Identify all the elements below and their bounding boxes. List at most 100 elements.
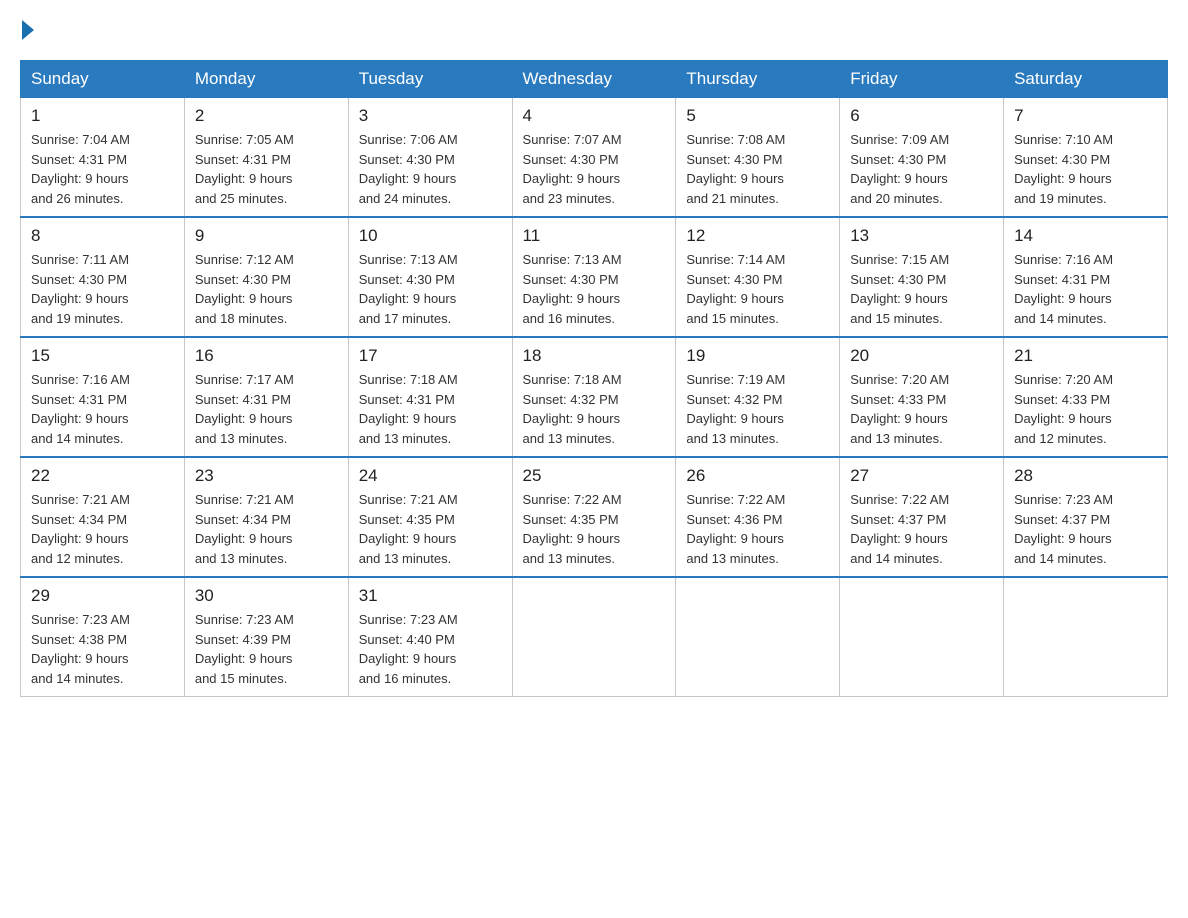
calendar-day-cell: 2 Sunrise: 7:05 AMSunset: 4:31 PMDaylight…	[184, 98, 348, 218]
calendar-day-cell: 1 Sunrise: 7:04 AMSunset: 4:31 PMDaylight…	[21, 98, 185, 218]
calendar-day-cell: 23Sunrise: 7:21 AMSunset: 4:34 PMDayligh…	[184, 457, 348, 577]
calendar-day-cell: 9Sunrise: 7:12 AMSunset: 4:30 PMDaylight…	[184, 217, 348, 337]
calendar-day-cell	[676, 577, 840, 697]
day-info: Sunrise: 7:10 AMSunset: 4:30 PMDaylight:…	[1014, 130, 1157, 208]
calendar-day-cell: 29Sunrise: 7:23 AMSunset: 4:38 PMDayligh…	[21, 577, 185, 697]
day-info: Sunrise: 7:04 AMSunset: 4:31 PMDaylight:…	[31, 130, 174, 208]
day-info: Sunrise: 7:16 AMSunset: 4:31 PMDaylight:…	[31, 370, 174, 448]
calendar-header-thursday: Thursday	[676, 61, 840, 98]
day-number: 25	[523, 466, 666, 486]
calendar-day-cell	[1004, 577, 1168, 697]
calendar-header-sunday: Sunday	[21, 61, 185, 98]
day-info: Sunrise: 7:18 AMSunset: 4:31 PMDaylight:…	[359, 370, 502, 448]
calendar-day-cell	[840, 577, 1004, 697]
day-number: 3	[359, 106, 502, 126]
day-number: 16	[195, 346, 338, 366]
calendar-day-cell: 16 Sunrise: 7:17 AMSunset: 4:31 PMDayligh…	[184, 337, 348, 457]
calendar-day-cell: 30 Sunrise: 7:23 AMSunset: 4:39 PMDayligh…	[184, 577, 348, 697]
calendar-day-cell: 18 Sunrise: 7:18 AMSunset: 4:32 PMDayligh…	[512, 337, 676, 457]
day-number: 13	[850, 226, 993, 246]
day-info: Sunrise: 7:21 AMSunset: 4:34 PMDaylight:…	[31, 490, 174, 568]
day-number: 26	[686, 466, 829, 486]
day-info: Sunrise: 7:15 AMSunset: 4:30 PMDaylight:…	[850, 250, 993, 328]
logo	[20, 20, 34, 40]
calendar-day-cell: 28Sunrise: 7:23 AMSunset: 4:37 PMDayligh…	[1004, 457, 1168, 577]
calendar-day-cell: 26 Sunrise: 7:22 AMSunset: 4:36 PMDayligh…	[676, 457, 840, 577]
day-info: Sunrise: 7:21 AMSunset: 4:34 PMDaylight:…	[195, 490, 338, 568]
day-number: 7	[1014, 106, 1157, 126]
calendar-day-cell: 19 Sunrise: 7:19 AMSunset: 4:32 PMDayligh…	[676, 337, 840, 457]
calendar-day-cell: 13 Sunrise: 7:15 AMSunset: 4:30 PMDayligh…	[840, 217, 1004, 337]
calendar-day-cell: 25 Sunrise: 7:22 AMSunset: 4:35 PMDayligh…	[512, 457, 676, 577]
day-number: 5	[686, 106, 829, 126]
day-number: 21	[1014, 346, 1157, 366]
calendar-week-row: 29Sunrise: 7:23 AMSunset: 4:38 PMDayligh…	[21, 577, 1168, 697]
calendar-day-cell: 10 Sunrise: 7:13 AMSunset: 4:30 PMDayligh…	[348, 217, 512, 337]
calendar-day-cell: 22 Sunrise: 7:21 AMSunset: 4:34 PMDayligh…	[21, 457, 185, 577]
day-number: 14	[1014, 226, 1157, 246]
day-info: Sunrise: 7:09 AMSunset: 4:30 PMDaylight:…	[850, 130, 993, 208]
day-number: 18	[523, 346, 666, 366]
day-info: Sunrise: 7:20 AMSunset: 4:33 PMDaylight:…	[1014, 370, 1157, 448]
day-info: Sunrise: 7:14 AMSunset: 4:30 PMDaylight:…	[686, 250, 829, 328]
day-number: 29	[31, 586, 174, 606]
day-number: 1	[31, 106, 174, 126]
day-info: Sunrise: 7:20 AMSunset: 4:33 PMDaylight:…	[850, 370, 993, 448]
day-number: 8	[31, 226, 174, 246]
calendar-day-cell	[512, 577, 676, 697]
calendar-day-cell: 8 Sunrise: 7:11 AMSunset: 4:30 PMDaylight…	[21, 217, 185, 337]
day-number: 2	[195, 106, 338, 126]
day-number: 20	[850, 346, 993, 366]
calendar-day-cell: 4 Sunrise: 7:07 AMSunset: 4:30 PMDaylight…	[512, 98, 676, 218]
day-number: 4	[523, 106, 666, 126]
calendar-day-cell: 24Sunrise: 7:21 AMSunset: 4:35 PMDayligh…	[348, 457, 512, 577]
calendar-day-cell: 7 Sunrise: 7:10 AMSunset: 4:30 PMDaylight…	[1004, 98, 1168, 218]
day-info: Sunrise: 7:11 AMSunset: 4:30 PMDaylight:…	[31, 250, 174, 328]
calendar-week-row: 22 Sunrise: 7:21 AMSunset: 4:34 PMDayligh…	[21, 457, 1168, 577]
day-number: 6	[850, 106, 993, 126]
day-number: 19	[686, 346, 829, 366]
day-number: 15	[31, 346, 174, 366]
day-info: Sunrise: 7:22 AMSunset: 4:36 PMDaylight:…	[686, 490, 829, 568]
day-info: Sunrise: 7:23 AMSunset: 4:39 PMDaylight:…	[195, 610, 338, 688]
calendar-day-cell: 15 Sunrise: 7:16 AMSunset: 4:31 PMDayligh…	[21, 337, 185, 457]
day-info: Sunrise: 7:17 AMSunset: 4:31 PMDaylight:…	[195, 370, 338, 448]
day-info: Sunrise: 7:13 AMSunset: 4:30 PMDaylight:…	[523, 250, 666, 328]
calendar-week-row: 8 Sunrise: 7:11 AMSunset: 4:30 PMDaylight…	[21, 217, 1168, 337]
day-info: Sunrise: 7:05 AMSunset: 4:31 PMDaylight:…	[195, 130, 338, 208]
day-info: Sunrise: 7:07 AMSunset: 4:30 PMDaylight:…	[523, 130, 666, 208]
calendar-day-cell: 17 Sunrise: 7:18 AMSunset: 4:31 PMDayligh…	[348, 337, 512, 457]
calendar-week-row: 1 Sunrise: 7:04 AMSunset: 4:31 PMDaylight…	[21, 98, 1168, 218]
calendar-day-cell: 6 Sunrise: 7:09 AMSunset: 4:30 PMDaylight…	[840, 98, 1004, 218]
day-info: Sunrise: 7:13 AMSunset: 4:30 PMDaylight:…	[359, 250, 502, 328]
day-number: 30	[195, 586, 338, 606]
day-number: 22	[31, 466, 174, 486]
calendar-header-tuesday: Tuesday	[348, 61, 512, 98]
logo-arrow-icon	[22, 20, 34, 40]
calendar-header-wednesday: Wednesday	[512, 61, 676, 98]
calendar-header-row: SundayMondayTuesdayWednesdayThursdayFrid…	[21, 61, 1168, 98]
day-info: Sunrise: 7:16 AMSunset: 4:31 PMDaylight:…	[1014, 250, 1157, 328]
day-number: 10	[359, 226, 502, 246]
day-info: Sunrise: 7:12 AMSunset: 4:30 PMDaylight:…	[195, 250, 338, 328]
day-info: Sunrise: 7:22 AMSunset: 4:35 PMDaylight:…	[523, 490, 666, 568]
day-info: Sunrise: 7:18 AMSunset: 4:32 PMDaylight:…	[523, 370, 666, 448]
day-number: 27	[850, 466, 993, 486]
day-info: Sunrise: 7:19 AMSunset: 4:32 PMDaylight:…	[686, 370, 829, 448]
page-header	[20, 20, 1168, 40]
day-number: 24	[359, 466, 502, 486]
calendar-header-friday: Friday	[840, 61, 1004, 98]
day-number: 28	[1014, 466, 1157, 486]
calendar-header-saturday: Saturday	[1004, 61, 1168, 98]
day-info: Sunrise: 7:08 AMSunset: 4:30 PMDaylight:…	[686, 130, 829, 208]
calendar-week-row: 15 Sunrise: 7:16 AMSunset: 4:31 PMDayligh…	[21, 337, 1168, 457]
calendar-day-cell: 20 Sunrise: 7:20 AMSunset: 4:33 PMDayligh…	[840, 337, 1004, 457]
calendar-day-cell: 5 Sunrise: 7:08 AMSunset: 4:30 PMDaylight…	[676, 98, 840, 218]
day-number: 11	[523, 226, 666, 246]
calendar-day-cell: 27 Sunrise: 7:22 AMSunset: 4:37 PMDayligh…	[840, 457, 1004, 577]
day-info: Sunrise: 7:22 AMSunset: 4:37 PMDaylight:…	[850, 490, 993, 568]
day-number: 17	[359, 346, 502, 366]
calendar-day-cell: 12Sunrise: 7:14 AMSunset: 4:30 PMDayligh…	[676, 217, 840, 337]
calendar-day-cell: 11 Sunrise: 7:13 AMSunset: 4:30 PMDayligh…	[512, 217, 676, 337]
calendar-table: SundayMondayTuesdayWednesdayThursdayFrid…	[20, 60, 1168, 697]
